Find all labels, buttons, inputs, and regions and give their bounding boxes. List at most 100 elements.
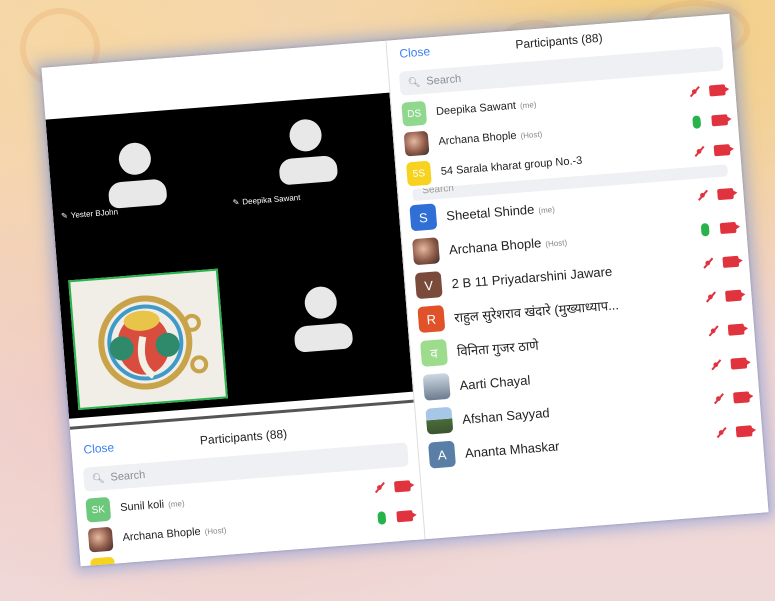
close-button[interactable]: Close [399, 44, 431, 60]
participant-controls [698, 220, 737, 237]
participant-tag: (Host) [520, 129, 543, 141]
participant-controls [689, 113, 729, 129]
participant-controls: ● [377, 538, 416, 555]
avatar-body-icon [293, 322, 354, 353]
participant-name: Archana Bhople [122, 525, 202, 544]
participant-controls: ● [372, 478, 411, 495]
participant-name: Deepika Sawant [435, 99, 517, 118]
mic-on-icon[interactable] [377, 510, 387, 525]
video-gallery: ✎ Yester BJohn ✎ Deepika Sawant [45, 92, 414, 419]
video-off-icon[interactable] [711, 113, 729, 126]
left-screen: ✎ Yester BJohn ✎ Deepika Sawant Close Pa… [41, 40, 426, 567]
video-off-icon[interactable] [735, 424, 753, 437]
search-placeholder: Search [425, 72, 462, 88]
mic-off-icon[interactable]: ● [714, 425, 729, 440]
search-placeholder: Search [110, 468, 146, 484]
mic-off-icon[interactable]: ● [372, 480, 387, 495]
mic-off-icon[interactable]: ● [377, 540, 392, 555]
video-off-icon[interactable] [396, 509, 414, 522]
video-off-icon[interactable] [730, 356, 748, 370]
mic-off-icon[interactable]: ● [700, 256, 715, 271]
video-off-icon[interactable] [733, 390, 750, 404]
video-off-icon[interactable] [708, 83, 726, 96]
mic-on-icon[interactable] [700, 222, 710, 237]
video-off-icon[interactable] [393, 479, 411, 492]
participant-tag: (me) [167, 498, 185, 510]
avatar-placeholder-icon [117, 141, 153, 176]
participant-tag: (Host) [204, 525, 227, 537]
participant-controls: ● [708, 355, 748, 372]
participant-controls: ● [703, 288, 742, 305]
participant-controls: ● [695, 186, 734, 203]
participant-controls [374, 509, 414, 525]
video-off-icon[interactable] [722, 255, 740, 268]
video-off-icon[interactable] [717, 187, 734, 200]
mic-off-icon[interactable]: ● [703, 290, 718, 305]
participant-avatar: DS [401, 100, 428, 127]
video-tile[interactable]: ✎ Deepika Sawant [217, 93, 401, 256]
participant-name: 2 B 11 Priyadarshini Jaware [451, 263, 613, 291]
ganesha-art-image [98, 295, 209, 390]
mic-muted-icon: ✎ [232, 197, 240, 208]
video-off-icon[interactable] [719, 221, 737, 234]
avatar-placeholder-icon [303, 285, 338, 320]
search-icon: 🔍︎ [91, 472, 105, 485]
participant-controls: ● [714, 423, 753, 440]
participant-tag: (Host) [544, 237, 568, 249]
video-off-icon[interactable] [398, 539, 416, 552]
participant-name: Sunil koli [119, 498, 165, 514]
mic-off-icon[interactable]: ● [711, 391, 726, 406]
video-off-icon[interactable] [725, 289, 742, 302]
participant-name: Sheetal Shinde [445, 201, 535, 224]
participant-avatar-photo [422, 372, 451, 401]
participant-avatar: 5S [90, 556, 116, 567]
zoom-screenshot-collage: ✎ Yester BJohn ✎ Deepika Sawant Close Pa… [41, 13, 769, 567]
avatar-body-icon [107, 178, 168, 209]
participant-controls: ● [706, 322, 745, 339]
participant-tag: (me) [537, 204, 556, 215]
participant-avatar-photo [403, 130, 430, 157]
participant-avatar-photo [87, 526, 114, 553]
participant-avatar: 5S [406, 160, 432, 187]
participant-avatar: S [409, 203, 438, 232]
search-icon: 🔍︎ [407, 76, 421, 89]
participant-avatar: व [420, 338, 449, 367]
video-tile[interactable] [229, 242, 413, 405]
mic-off-icon[interactable]: ● [695, 188, 710, 203]
tile-name-label: ✎ Deepika Sawant [232, 192, 301, 208]
close-button[interactable]: Close [83, 440, 115, 456]
participant-name: विनिता गुजर ठाणे [456, 337, 540, 360]
participant-avatar-photo [412, 237, 441, 266]
participant-name: Archana Bhople [438, 129, 517, 148]
participant-name: 54 Sarala kharat group No.-3 [124, 550, 267, 567]
mic-off-icon[interactable]: ● [706, 323, 721, 338]
participants-panel-left: Close Participants (88) 🔍︎ Search SK Sun… [70, 410, 426, 567]
participant-avatar: A [428, 440, 457, 469]
mic-on-icon[interactable] [692, 114, 702, 129]
video-off-icon[interactable] [713, 143, 731, 156]
participant-name: Ananta Mhaskar [464, 437, 560, 461]
participant-avatar-photo [425, 406, 454, 435]
participant-name: Archana Bhople [448, 234, 542, 257]
participant-name: Aarti Chayal [459, 371, 531, 393]
tile-name-label: ✎ Yester BJohn [60, 207, 119, 221]
participant-controls: ● [700, 254, 740, 271]
participant-controls: ● [692, 142, 731, 159]
video-off-icon[interactable] [727, 323, 745, 336]
participant-avatar: V [414, 271, 443, 300]
participant-avatar: R [417, 305, 446, 334]
video-tile-active-speaker[interactable] [68, 268, 228, 410]
mic-off-icon[interactable]: ● [687, 84, 702, 99]
participant-name: 54 Sarala kharat group No.-3 [440, 154, 583, 178]
participant-tag: (me) [519, 100, 537, 111]
avatar-placeholder-icon [288, 118, 323, 153]
participant-avatar: SK [85, 496, 112, 523]
mic-muted-icon: ✎ [60, 211, 69, 221]
avatar-body-icon [278, 154, 339, 186]
participant-name: राहुल सुरेशराव खंदारे (मुख्याध्याप... [453, 297, 620, 326]
mic-off-icon[interactable]: ● [692, 144, 707, 159]
mic-off-icon[interactable]: ● [708, 357, 723, 372]
participant-name: Afshan Sayyad [461, 404, 551, 427]
video-tile[interactable]: ✎ Yester BJohn [46, 106, 229, 269]
participant-controls: ● [711, 389, 750, 406]
